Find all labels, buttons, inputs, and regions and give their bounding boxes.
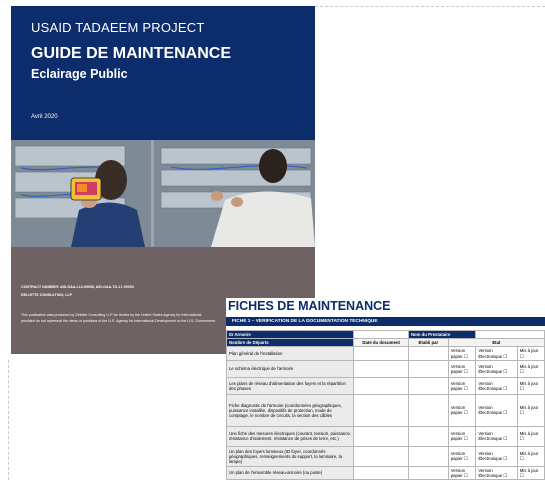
row-label: Fiche diagnostic de l'armoire (coordonné… xyxy=(226,393,355,427)
row-version-electronique[interactable]: Version Électronique ☐ xyxy=(475,465,518,481)
cover-company: DELOITTE CONSULTING, LLP xyxy=(21,293,73,297)
row-mis-a-jour[interactable]: Mis à jour ☐ xyxy=(516,425,545,447)
technicians-photo-illustration xyxy=(11,140,315,247)
sheet-title: FICHES DE MAINTENANCE xyxy=(228,299,391,313)
row-etabli[interactable] xyxy=(407,346,449,361)
row-date[interactable] xyxy=(353,425,409,447)
table-row: Nombre de Départs Date du document Établ… xyxy=(226,338,545,348)
row-label: Le schéma électrique de l'armoire xyxy=(226,359,355,378)
row-date[interactable] xyxy=(353,359,409,378)
row-mis-a-jour[interactable]: Mis à jour ☐ xyxy=(516,376,545,395)
table-row: Fiche diagnostic de l'armoire (coordonné… xyxy=(226,393,545,427)
table-row: ID Armoire Nom du Prestataire xyxy=(226,329,545,340)
documentation-table: ID Armoire Nom du Prestataire Nombre de … xyxy=(226,329,545,481)
sheet-section-band: FICHE 1 – VERIFICATION DE LA DOCUMENTATI… xyxy=(226,317,545,326)
row-label: Les plans de réseau d'alimentation des f… xyxy=(226,376,355,395)
row-version-papier[interactable]: Version papier ☐ xyxy=(447,393,477,427)
table-row: Plan général de l'installation Version pa… xyxy=(226,346,545,361)
row-mis-a-jour[interactable]: Mis à jour ☐ xyxy=(516,445,545,467)
cover-contract: CONTRACT NUMBER: AID-OAA-I-14-00006, AID… xyxy=(21,285,134,289)
row-etabli[interactable] xyxy=(407,425,449,447)
cover-date: Avril 2020 xyxy=(31,114,58,120)
col-etabli-header: Établi par xyxy=(407,338,449,348)
row-version-papier[interactable]: Version papier ☐ xyxy=(447,465,477,481)
row-mis-a-jour[interactable]: Mis à jour ☐ xyxy=(516,346,545,361)
table-row: Les plans de réseau d'alimentation des f… xyxy=(226,376,545,395)
maintenance-sheet: FICHES DE MAINTENANCE FICHE 1 – VERIFICA… xyxy=(226,298,545,482)
row-etabli[interactable] xyxy=(407,465,449,481)
row-mis-a-jour[interactable]: Mis à jour ☐ xyxy=(516,359,545,378)
row-date[interactable] xyxy=(353,465,409,481)
cover-subtitle: Eclairage Public xyxy=(31,67,128,81)
cover-disclaimer-2: provided do not represent the views or p… xyxy=(21,319,217,323)
table-row: Un plan de l'ensemble réseau-armoire (ou… xyxy=(226,465,545,481)
cover-disclaimer-1: This publication was produced by Deloitt… xyxy=(21,313,202,317)
cover-project: USAID TADAEEM PROJECT xyxy=(31,20,205,35)
prestataire-label: Nom du Prestataire xyxy=(407,329,477,340)
row-etabli[interactable] xyxy=(407,359,449,378)
col-etat-header: Etat xyxy=(447,338,545,348)
row-version-electronique[interactable]: Version Électronique ☐ xyxy=(475,359,518,378)
row-version-electronique[interactable]: Version Électronique ☐ xyxy=(475,445,518,467)
row-mis-a-jour[interactable]: Mis à jour ☐ xyxy=(516,393,545,427)
row-label: Un plan de l'ensemble réseau-armoire (ou… xyxy=(226,465,355,481)
row-mis-a-jour[interactable]: Mis à jour ☐ xyxy=(516,465,545,481)
row-version-papier[interactable]: Version papier ☐ xyxy=(447,425,477,447)
table-row: Le schéma électrique de l'armoire Version… xyxy=(226,359,545,378)
id-armoire-value[interactable] xyxy=(353,329,409,340)
row-version-papier[interactable]: Version papier ☐ xyxy=(447,346,477,361)
cover-photo xyxy=(11,140,315,247)
row-etabli[interactable] xyxy=(407,376,449,395)
row-version-papier[interactable]: Version papier ☐ xyxy=(447,359,477,378)
row-label: Un plan des foyers lumineux (ID foyer, c… xyxy=(226,445,355,467)
col-date-header: Date du document xyxy=(353,338,409,348)
departs-label: Nombre de Départs xyxy=(226,338,355,348)
row-date[interactable] xyxy=(353,376,409,395)
row-etabli[interactable] xyxy=(407,445,449,467)
row-date[interactable] xyxy=(353,346,409,361)
row-date[interactable] xyxy=(353,445,409,467)
row-date[interactable] xyxy=(353,393,409,427)
row-version-electronique[interactable]: Version Électronique ☐ xyxy=(475,393,518,427)
row-version-electronique[interactable]: Version Électronique ☐ xyxy=(475,346,518,361)
prestataire-value[interactable] xyxy=(475,329,545,340)
top-dashed-line xyxy=(315,6,545,7)
row-etabli[interactable] xyxy=(407,393,449,427)
cover-title: GUIDE DE MAINTENANCE xyxy=(31,45,232,62)
row-version-papier[interactable]: Version papier ☐ xyxy=(447,445,477,467)
row-version-papier[interactable]: Version papier ☐ xyxy=(447,376,477,395)
row-version-electronique[interactable]: Version Électronique ☐ xyxy=(475,376,518,395)
row-label: Une fiche des mesures électriques (coura… xyxy=(226,425,355,447)
left-dashed-line xyxy=(8,360,9,480)
row-label: Plan général de l'installation xyxy=(226,346,355,361)
id-armoire-label: ID Armoire xyxy=(226,329,355,340)
table-row: Un plan des foyers lumineux (ID foyer, c… xyxy=(226,445,545,467)
table-row: Une fiche des mesures électriques (coura… xyxy=(226,425,545,447)
row-version-electronique[interactable]: Version Électronique ☐ xyxy=(475,425,518,447)
